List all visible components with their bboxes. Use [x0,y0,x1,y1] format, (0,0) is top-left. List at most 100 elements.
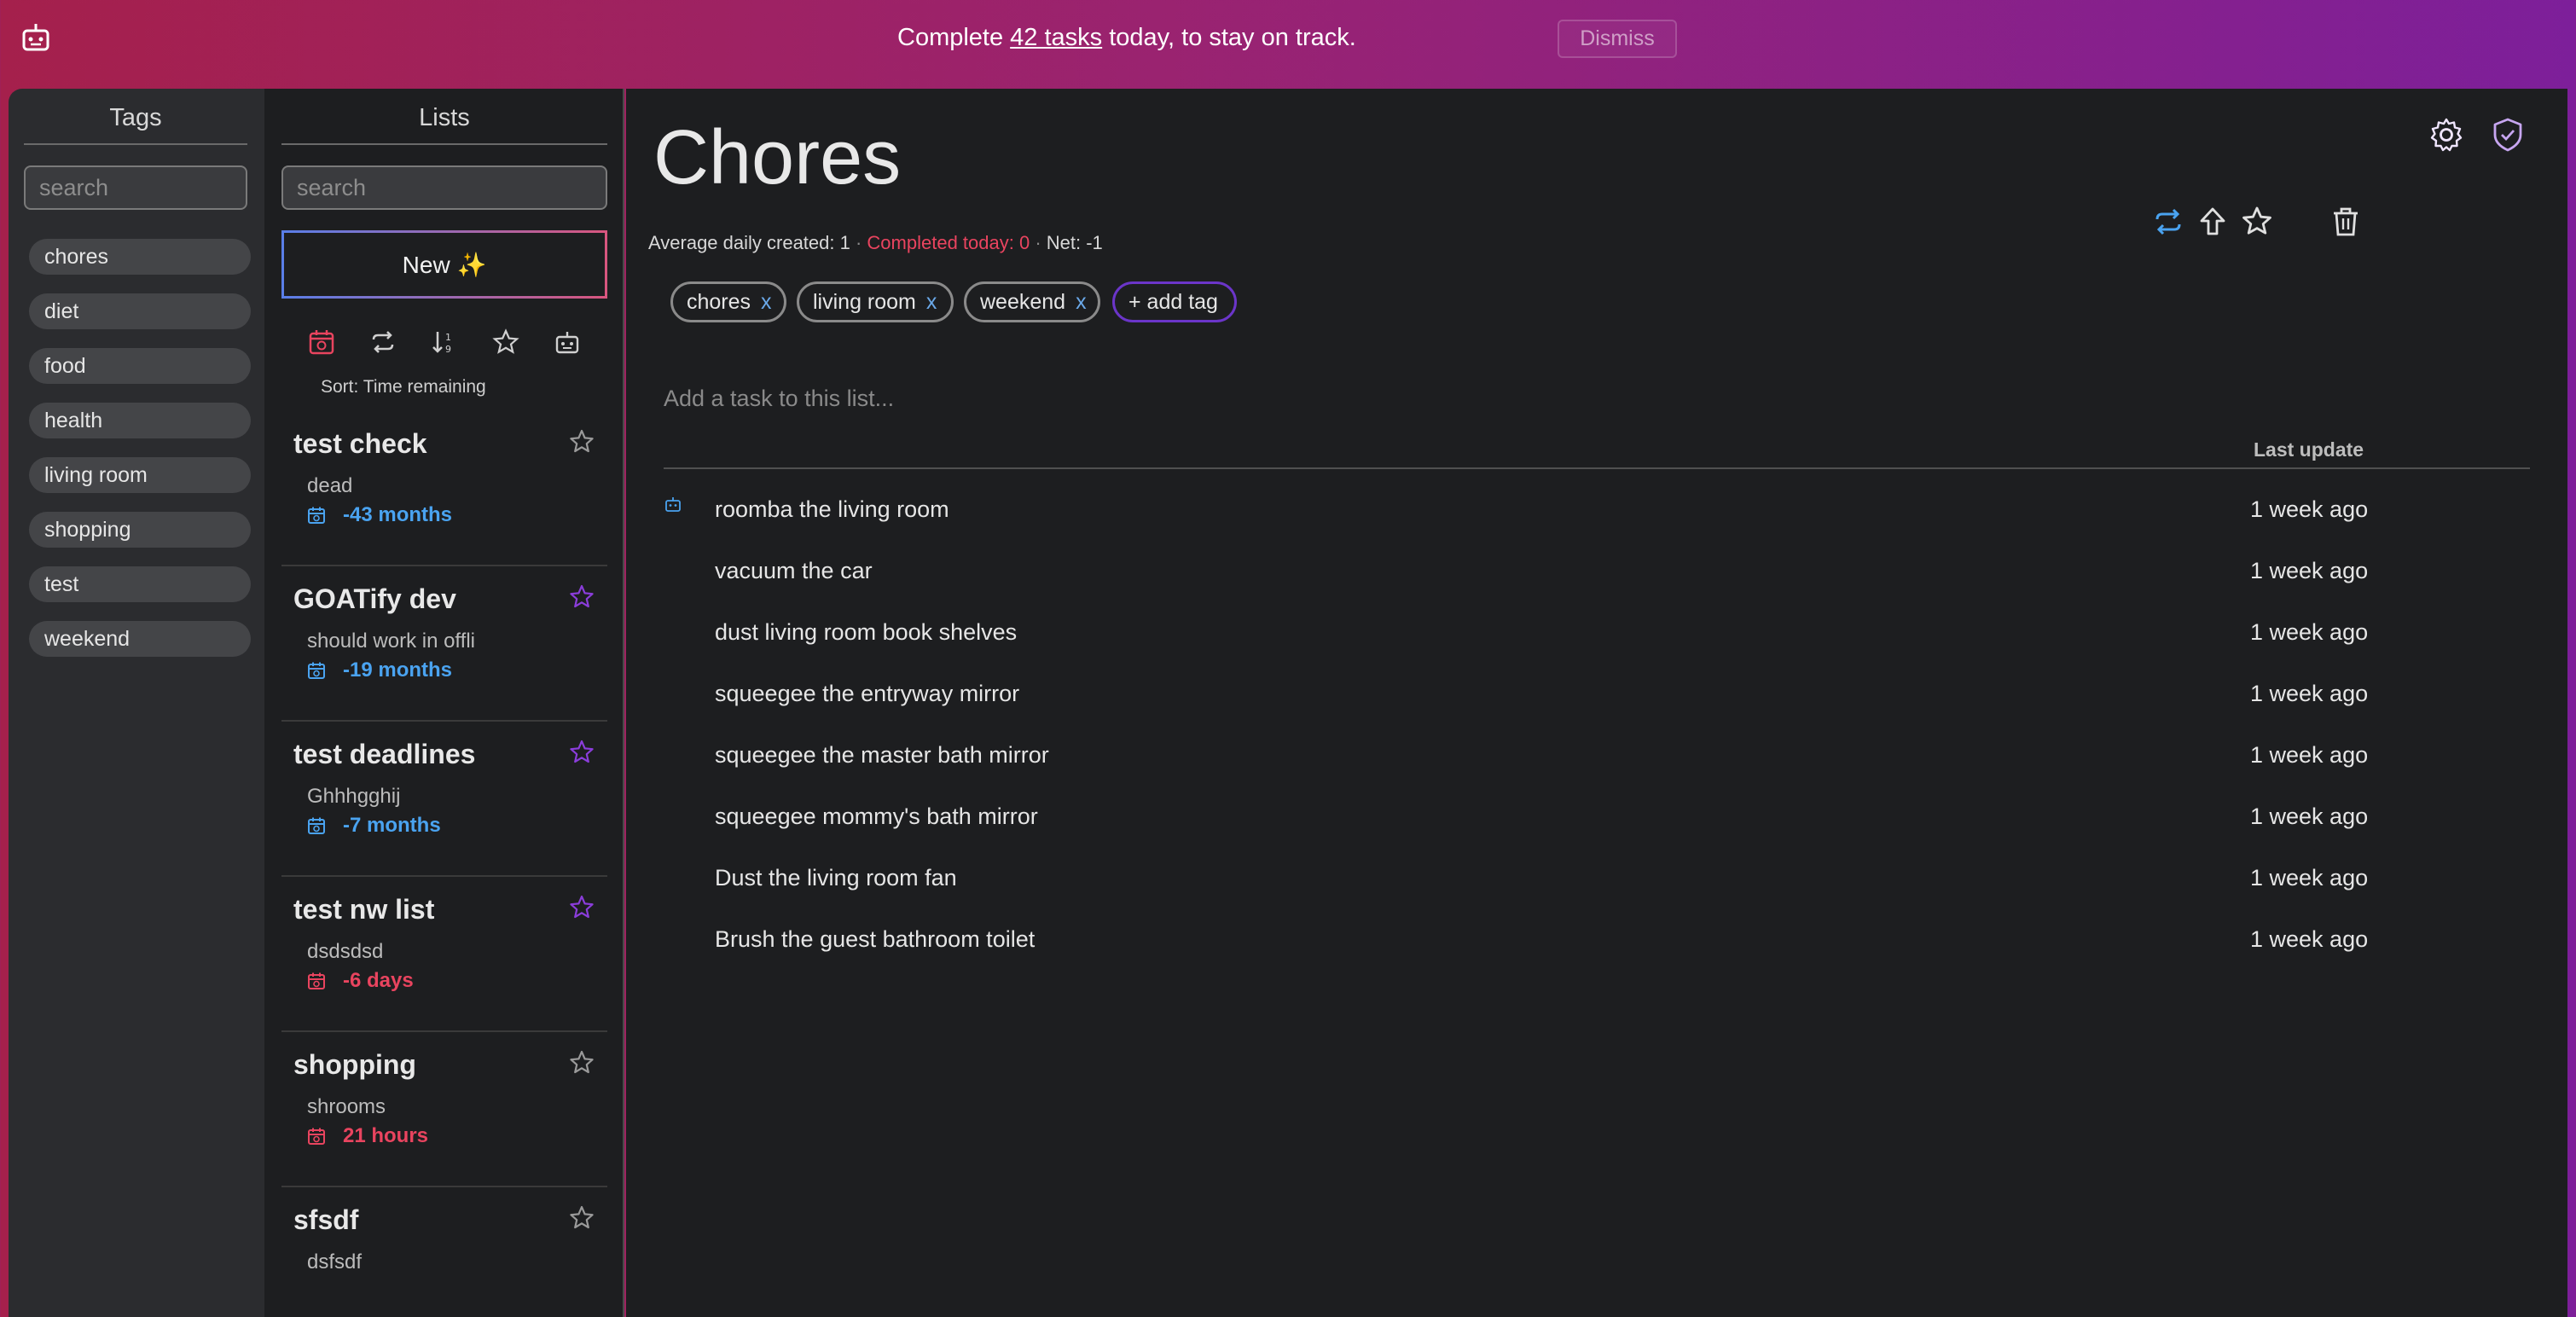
task-row[interactable]: vacuum the car 1 week ago [664,544,2530,606]
list-due-text: -7 months [343,814,441,837]
task-last-update: 1 week ago [2250,558,2369,583]
remove-tag-button[interactable]: x [926,290,937,315]
list-subtitle: should work in offli [307,629,475,653]
tags-search-input[interactable]: search [24,165,247,210]
tag-item[interactable]: weekend [29,621,251,657]
gear-icon[interactable] [2428,116,2465,154]
list-due: -19 months [307,658,452,682]
list-due: -6 days [307,969,414,993]
add-task-input[interactable]: Add a task to this list... [664,386,894,412]
list-title: test deadlines [293,739,476,769]
tag-item[interactable]: health [29,403,251,438]
last-update-header[interactable]: Last update [2254,438,2364,461]
task-row[interactable]: squeegee mommy's bath mirror 1 week ago [664,790,2530,851]
list-stats: Average daily created: 1 · Completed tod… [648,232,1103,254]
trash-icon[interactable] [2329,205,2363,239]
repeat-filter-icon[interactable] [368,328,397,357]
list-subtitle: dsdsdsd [307,940,384,963]
task-row[interactable]: dust living room book shelves 1 week ago [664,606,2530,667]
list-title: test check [293,428,427,459]
list-due: -7 months [307,814,441,838]
task-last-update: 1 week ago [2250,926,2369,952]
task-text: squeegee the entryway mirror [715,681,1020,706]
lists-search-input[interactable]: search [281,165,607,210]
task-text: Brush the guest bathroom toilet [715,926,1036,952]
tag-item[interactable]: test [29,566,251,602]
task-last-update: 1 week ago [2250,865,2369,891]
task-row[interactable]: Brush the guest bathroom toilet 1 week ag… [664,913,2530,974]
task-row[interactable]: roomba the living room 1 week ago [664,483,2530,544]
tag-item[interactable]: chores [29,239,251,275]
task-last-update: 1 week ago [2250,496,2369,522]
list-card[interactable]: GOATify dev should work in offli -19 month… [281,566,607,722]
list-title: sfsdf [293,1204,359,1235]
header-divider [664,467,2530,469]
list-subtitle: Ghhhgghij [307,785,401,808]
repeat-icon[interactable] [2151,205,2185,239]
shield-check-icon[interactable] [2489,116,2527,154]
robot-filter-icon[interactable] [553,328,582,357]
dismiss-button[interactable]: Dismiss [1558,20,1677,58]
tag-item[interactable]: living room [29,457,251,493]
banner-message: Complete 42 tasks today, to stay on trac… [897,24,1356,52]
star-icon[interactable] [568,894,595,921]
deadline-icon [307,816,334,835]
remove-tag-button[interactable]: x [1076,290,1087,315]
task-row[interactable]: squeegee the master bath mirror 1 week ag… [664,728,2530,790]
list-title: test nw list [293,894,435,925]
list-card[interactable]: test check dead -43 months [281,411,607,566]
deadline-filter-icon[interactable] [307,328,336,357]
stat-created: Average daily created: 1 [648,232,850,253]
lists-column: Lists search New ✨ 1 9 Sort: Time remain… [264,89,624,1317]
task-text: squeegee the master bath mirror [715,742,1049,768]
tag-chip: chores x [670,281,786,322]
stat-net: Net: -1 [1046,232,1103,253]
add-tag-button[interactable]: + add tag [1112,281,1237,322]
list-card[interactable]: test deadlines Ghhhgghij -7 months [281,722,607,877]
tag-chip: weekend x [964,281,1100,322]
star-icon[interactable] [2240,205,2274,239]
star-icon[interactable] [568,1049,595,1076]
tag-item[interactable]: diet [29,293,251,329]
list-card[interactable]: shopping shrooms 21 hours [281,1032,607,1187]
list-card[interactable]: test nw list dsdsdsd -6 days [281,877,607,1032]
robot-icon [664,495,682,513]
upload-icon[interactable] [2196,205,2230,239]
star-icon[interactable] [568,1204,595,1232]
tasks-link[interactable]: 42 tasks [1010,24,1102,51]
list-subtitle: shrooms [307,1095,386,1118]
list-due-text: -19 months [343,658,453,682]
top-banner: Complete 42 tasks today, to stay on trac… [0,0,2576,82]
list-title: GOATify dev [293,583,456,614]
task-text: vacuum the car [715,558,873,583]
task-last-update: 1 week ago [2250,681,2369,706]
list-due-text: -6 days [343,969,414,992]
deadline-icon [307,506,334,525]
list-subtitle: dsfsdf [307,1250,363,1273]
star-icon[interactable] [568,428,595,455]
sort-icon[interactable]: 1 9 [430,328,459,357]
task-text: roomba the living room [715,496,949,522]
robot-icon[interactable] [19,20,53,55]
page-title: Chores [653,115,902,200]
list-subtitle: dead [307,474,353,497]
banner-prefix: Complete [897,24,1011,51]
tag-item[interactable]: shopping [29,512,251,548]
task-text: dust living room book shelves [715,619,1018,645]
tag-item[interactable]: food [29,348,251,384]
list-card[interactable]: sfsdf dsfsdf [281,1187,607,1317]
list-due: -43 months [307,503,452,527]
star-icon[interactable] [568,739,595,766]
task-row[interactable]: Dust the living room fan 1 week ago [664,851,2530,913]
star-filter-icon[interactable] [491,328,520,357]
tags-sidebar: Tags search chores diet food health living r… [9,89,264,1317]
new-list-button[interactable]: New ✨ [281,230,607,299]
remove-tag-button[interactable]: x [761,290,772,315]
task-last-update: 1 week ago [2250,619,2369,645]
tag-chip: living room x [797,281,954,322]
task-row[interactable]: squeegee the entryway mirror 1 week ago [664,667,2530,728]
star-icon[interactable] [568,583,595,611]
tag-chip-label: weekend [980,289,1066,314]
deadline-icon [307,972,334,990]
main-panel: Chores Average daily created: 1 · Comple… [626,89,2567,1317]
